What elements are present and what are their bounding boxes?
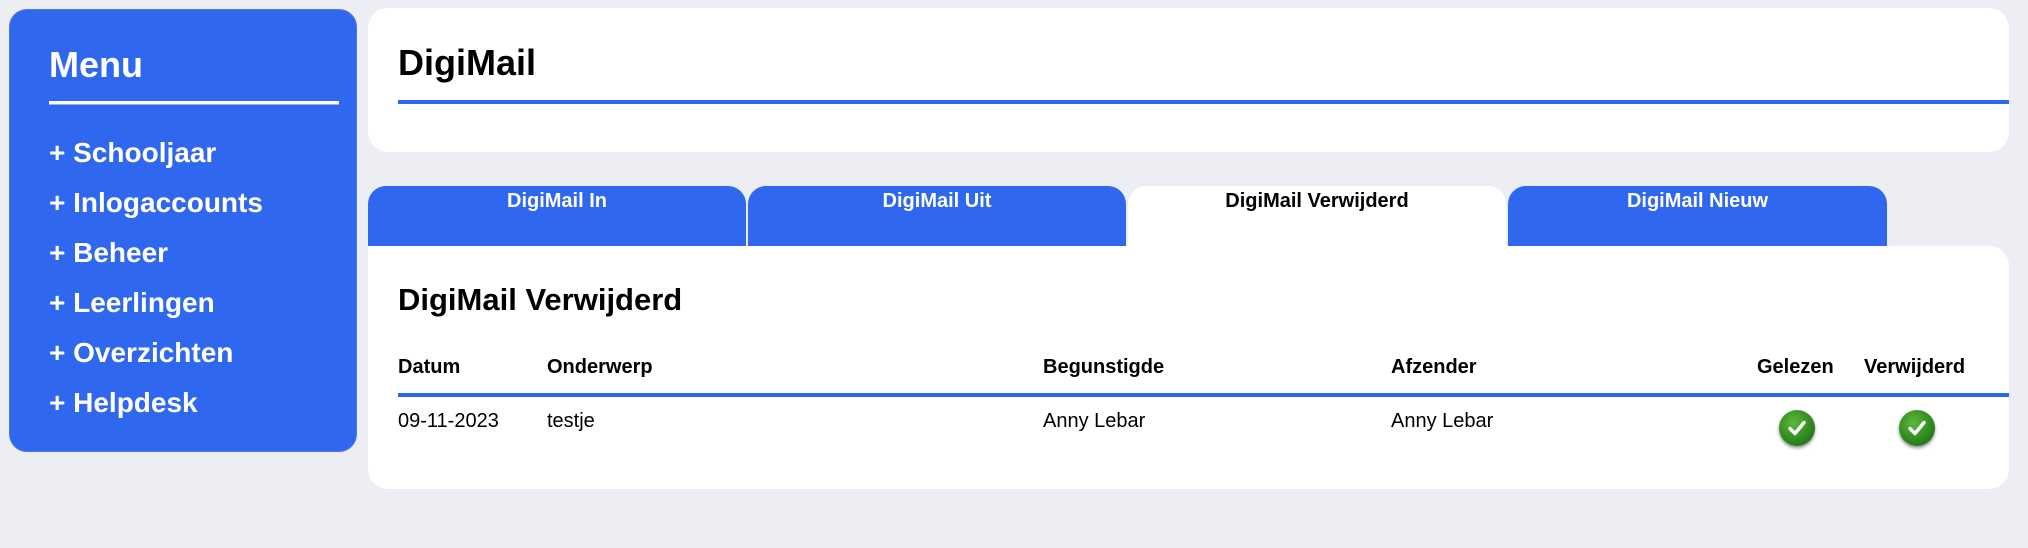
cell-afzender: Anny Lebar <box>1391 410 1494 432</box>
title-divider <box>398 100 2009 104</box>
tab-digimail-in[interactable]: DigiMail In <box>368 186 746 246</box>
column-header-afzender: Afzender <box>1391 356 1477 378</box>
table-header-divider <box>398 393 2009 397</box>
cell-begunstigde: Anny Lebar <box>1043 410 1146 432</box>
menu-title: Menu <box>49 44 143 85</box>
menu-item-inlogaccounts[interactable]: + Inlogaccounts <box>49 178 263 228</box>
tab-digimail-verwijderd[interactable]: DigiMail Verwijderd <box>1128 186 1506 246</box>
section-title: DigiMail Verwijderd <box>398 282 683 317</box>
check-mark-icon <box>1908 420 1926 436</box>
menu-item-overzichten[interactable]: + Overzichten <box>49 328 263 378</box>
menu-item-helpdesk[interactable]: + Helpdesk <box>49 378 263 428</box>
menu-item-leerlingen[interactable]: + Leerlingen <box>49 278 263 328</box>
column-header-begunstigde: Begunstigde <box>1043 356 1165 378</box>
column-header-datum: Datum <box>398 356 461 378</box>
column-header-onderwerp: Onderwerp <box>547 356 653 378</box>
check-mark-icon <box>1788 420 1806 436</box>
menu-divider <box>49 101 339 105</box>
cell-onderwerp[interactable]: testje <box>547 410 595 433</box>
column-header-gelezen: Gelezen <box>1757 356 1834 378</box>
tab-digimail-uit[interactable]: DigiMail Uit <box>748 186 1126 246</box>
menu-item-beheer[interactable]: + Beheer <box>49 228 263 278</box>
column-header-verwijderd: Verwijderd <box>1864 356 1966 378</box>
tab-digimail-nieuw[interactable]: DigiMail Nieuw <box>1508 186 1887 246</box>
gelezen-check-icon <box>1779 410 1815 446</box>
cell-datum: 09-11-2023 <box>398 410 499 432</box>
header-card: DigiMail <box>368 8 2009 152</box>
page-title: DigiMail <box>398 42 537 83</box>
menu-list: + Schooljaar + Inlogaccounts + Beheer + … <box>49 128 263 428</box>
menu-item-schooljaar[interactable]: + Schooljaar <box>49 128 263 178</box>
verwijderd-check-icon <box>1899 410 1935 446</box>
content-card: DigiMail Verwijderd Datum Onderwerp Begu… <box>368 246 2009 489</box>
sidebar-menu: Menu + Schooljaar + Inlogaccounts + Behe… <box>9 9 357 452</box>
